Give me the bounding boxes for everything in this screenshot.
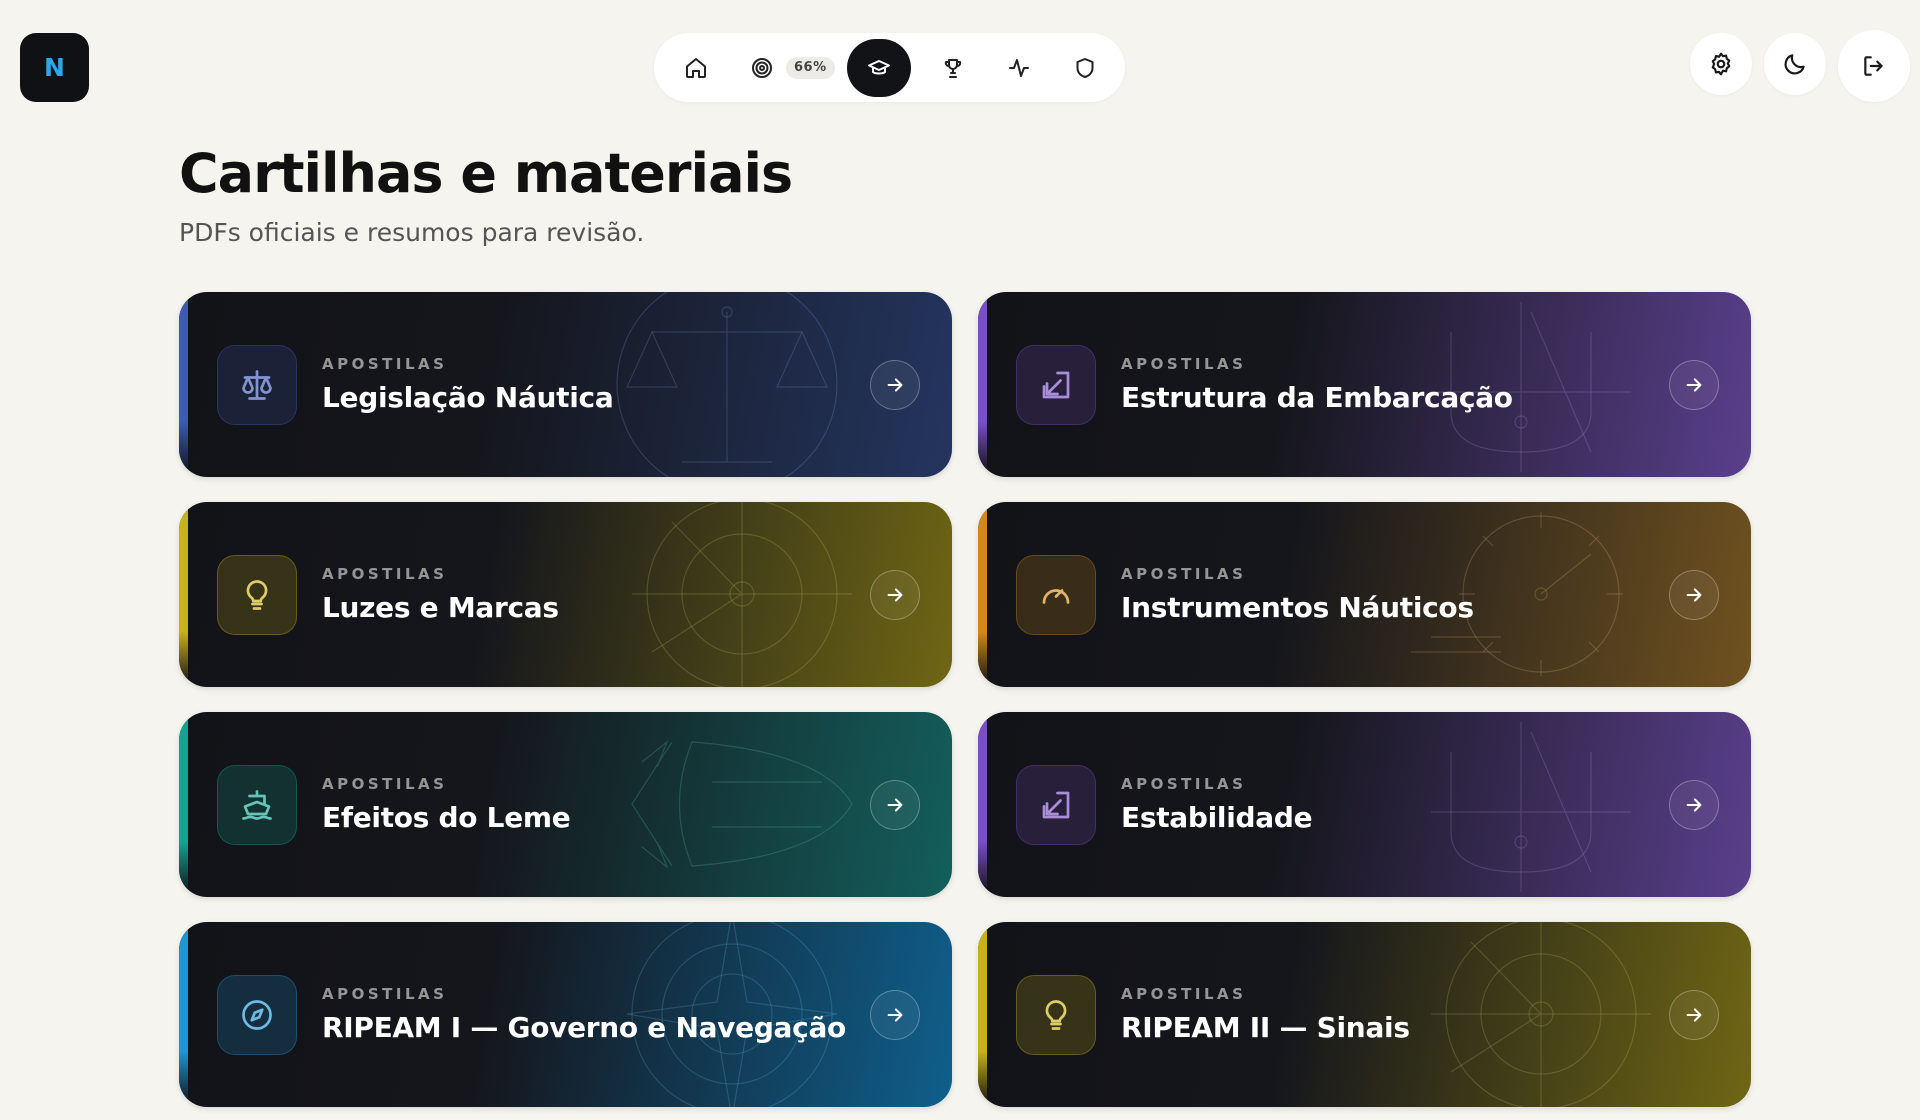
trophy-icon [944, 58, 961, 78]
card-kicker: APOSTILAS [322, 985, 448, 1003]
card-open-button[interactable] [1669, 569, 1719, 620]
material-card[interactable]: APOSTILAS Instrumentos Náuticos [978, 502, 1751, 687]
materials-grid: APOSTILAS Legislação Náutica APOSTILAS Estr… [179, 292, 1751, 1107]
card-text: APOSTILAS Luzes e Marcas [322, 565, 870, 624]
card-accent-edge [179, 292, 188, 477]
settings-button[interactable] [1690, 33, 1752, 95]
page-title: Cartilhas e materiais [179, 142, 793, 205]
material-card[interactable]: APOSTILAS RIPEAM II — Sinais [978, 922, 1751, 1107]
card-text: APOSTILAS Legislação Náutica [322, 355, 870, 414]
card-kicker: APOSTILAS [1121, 565, 1247, 583]
card-icon-box [1016, 974, 1096, 1055]
page-subtitle: PDFs oficiais e resumos para revisão. [179, 218, 645, 247]
card-kicker: APOSTILAS [322, 355, 448, 373]
external-in-icon [1042, 371, 1070, 398]
gear-icon [1711, 52, 1731, 76]
card-icon-box [1016, 344, 1096, 425]
card-text: APOSTILAS Estabilidade [1121, 775, 1669, 834]
card-accent-edge [179, 922, 188, 1107]
card-icon-box [217, 344, 297, 425]
card-text: APOSTILAS RIPEAM II — Sinais [1121, 985, 1669, 1044]
card-title: Legislação Náutica [322, 381, 614, 414]
card-accent-edge [179, 712, 188, 897]
card-open-button[interactable] [870, 569, 920, 620]
compass-icon [242, 999, 272, 1030]
card-open-button[interactable] [870, 359, 920, 410]
card-accent-edge [978, 922, 987, 1107]
card-icon-box [217, 764, 297, 845]
nav-goals-button[interactable] [740, 46, 784, 90]
card-accent-edge [179, 502, 188, 687]
app-logo[interactable]: N [20, 33, 89, 102]
lightbulb-icon [1045, 999, 1067, 1030]
material-card[interactable]: APOSTILAS Estabilidade [978, 712, 1751, 897]
arrow-right-icon [887, 797, 903, 812]
card-title: Efeitos do Leme [322, 801, 571, 834]
top-navigation: 66% [654, 33, 1125, 102]
material-card[interactable]: APOSTILAS Efeitos do Leme [179, 712, 952, 897]
material-card[interactable]: APOSTILAS Luzes e Marcas [179, 502, 952, 687]
card-icon-box [1016, 554, 1096, 635]
card-open-button[interactable] [1669, 359, 1719, 410]
card-open-button[interactable] [870, 779, 920, 830]
logout-button[interactable] [1838, 30, 1910, 102]
ship-icon [242, 789, 272, 820]
material-card[interactable]: APOSTILAS Legislação Náutica [179, 292, 952, 477]
card-kicker: APOSTILAS [322, 775, 448, 793]
scale-icon [242, 369, 272, 400]
arrow-right-icon [1686, 377, 1702, 392]
card-text: APOSTILAS Estrutura da Embarcação [1121, 355, 1669, 414]
card-title: Instrumentos Náuticos [1121, 591, 1474, 624]
nav-materials-button[interactable] [846, 38, 911, 97]
card-text: APOSTILAS RIPEAM I — Governo e Navegação [322, 985, 870, 1044]
lightbulb-icon [246, 579, 268, 610]
graduation-cap-icon [867, 59, 890, 74]
card-title: RIPEAM I — Governo e Navegação [322, 1011, 846, 1044]
arrow-right-icon [887, 1007, 903, 1022]
nav-activity-button[interactable] [997, 46, 1041, 90]
card-icon-box [1016, 764, 1096, 845]
arrow-right-icon [1686, 797, 1702, 812]
material-card[interactable]: APOSTILAS RIPEAM I — Governo e Navegação [179, 922, 952, 1107]
card-title: RIPEAM II — Sinais [1121, 1011, 1410, 1044]
card-accent-edge [978, 712, 987, 897]
card-open-button[interactable] [870, 989, 920, 1040]
card-title: Estrutura da Embarcação [1121, 381, 1513, 414]
progress-badge: 66% [786, 56, 835, 79]
card-kicker: APOSTILAS [1121, 775, 1247, 793]
card-accent-edge [978, 502, 987, 687]
card-accent-edge [978, 292, 987, 477]
logo-letter: N [44, 53, 65, 82]
card-text: APOSTILAS Efeitos do Leme [322, 775, 870, 834]
header-actions [1690, 30, 1910, 102]
card-open-button[interactable] [1669, 989, 1719, 1040]
theme-toggle-button[interactable] [1764, 33, 1826, 95]
arrow-right-icon [1686, 587, 1702, 602]
arrow-right-icon [887, 377, 903, 392]
card-icon-box [217, 554, 297, 635]
card-icon-box [217, 974, 297, 1055]
shield-icon [1076, 57, 1094, 78]
card-kicker: APOSTILAS [1121, 355, 1247, 373]
activity-icon [1008, 58, 1029, 77]
nav-home-button[interactable] [674, 46, 718, 90]
logout-icon [1864, 56, 1883, 76]
target-icon [752, 57, 772, 78]
card-kicker: APOSTILAS [1121, 985, 1247, 1003]
card-open-button[interactable] [1669, 779, 1719, 830]
card-kicker: APOSTILAS [322, 565, 448, 583]
arrow-right-icon [1686, 1007, 1702, 1022]
home-icon [686, 57, 706, 78]
card-title: Estabilidade [1121, 801, 1313, 834]
card-title: Luzes e Marcas [322, 591, 559, 624]
material-card[interactable]: APOSTILAS Estrutura da Embarcação [978, 292, 1751, 477]
arrow-right-icon [887, 587, 903, 602]
external-in-icon [1042, 791, 1070, 818]
card-text: APOSTILAS Instrumentos Náuticos [1121, 565, 1669, 624]
moon-icon [1784, 54, 1805, 75]
nav-security-button[interactable] [1063, 46, 1107, 90]
gauge-icon [1042, 588, 1070, 604]
nav-ranking-button[interactable] [931, 46, 975, 90]
